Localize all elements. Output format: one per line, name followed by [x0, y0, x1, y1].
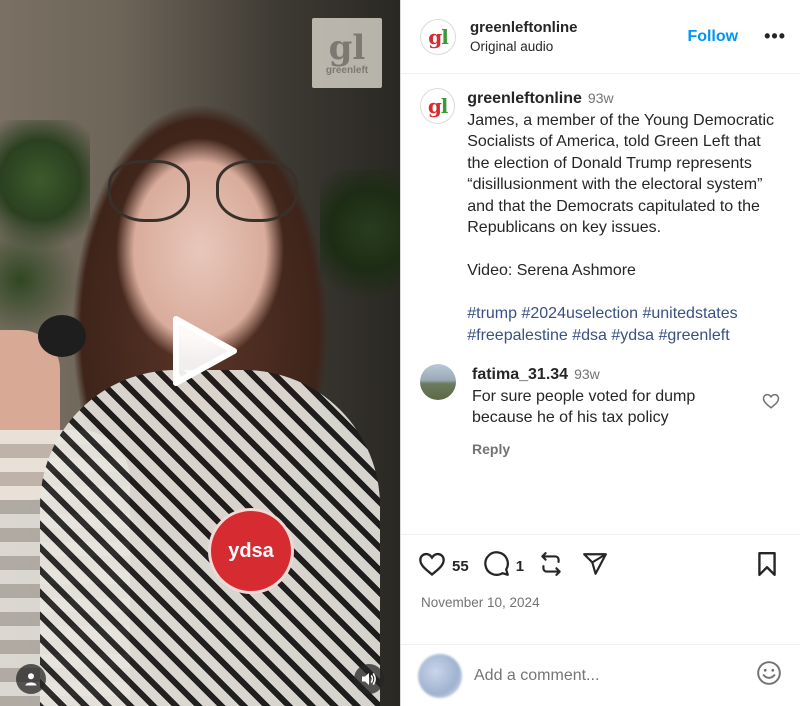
glasses	[108, 160, 298, 230]
current-user-avatar	[418, 653, 462, 698]
comment-icon	[483, 551, 509, 576]
background-plant	[320, 170, 400, 390]
heart-icon	[762, 393, 780, 409]
post-header: gl greenleftonline Original audio Follow…	[401, 0, 800, 74]
post-panel: gl greenleftonline Original audio Follow…	[400, 0, 800, 706]
repost-icon	[541, 551, 561, 576]
play-icon	[173, 316, 237, 386]
comment-input[interactable]	[474, 666, 756, 685]
caption-hashtags[interactable]: #trump #2024uselection #unitedstates #fr…	[467, 303, 780, 346]
watermark-logo: gl	[328, 27, 366, 68]
like-count[interactable]: 55	[452, 558, 469, 575]
speaker-icon	[362, 673, 376, 685]
play-button[interactable]	[168, 315, 240, 387]
avatar-letter-l: l	[441, 24, 449, 49]
comment-username[interactable]: fatima_31.34	[472, 366, 568, 383]
ydsa-badge: ydsa	[208, 508, 294, 594]
comment-button[interactable]	[483, 550, 510, 582]
header-username[interactable]: greenleftonline	[470, 19, 687, 36]
post-actions: 55 1 November 10, 2024	[401, 534, 800, 644]
post-view: ydsa gl greenleft g l greenleftonline Or…	[0, 0, 800, 706]
caption-credit: Video: Serena Ashmore	[467, 262, 636, 279]
action-bar: 55 1	[418, 549, 780, 583]
emoji-button[interactable]	[756, 660, 782, 691]
comment-text: For sure people voted for dump because h…	[472, 387, 696, 427]
tagged-users-button[interactable]	[16, 664, 46, 694]
comment-time[interactable]: 93w	[574, 366, 600, 382]
comment-item: fatima_31.34 93w For sure people voted fo…	[420, 364, 780, 460]
reply-button[interactable]: Reply	[472, 439, 510, 461]
caption: gl greenleftonline 93w James, a member of…	[420, 88, 780, 346]
share-button[interactable]	[582, 551, 608, 582]
comment-count[interactable]: 1	[516, 558, 524, 575]
microphone	[38, 315, 86, 357]
profile-avatar[interactable]: gl	[420, 18, 456, 55]
add-comment-bar	[401, 644, 800, 706]
like-button[interactable]	[418, 550, 446, 583]
emoji-icon	[757, 661, 781, 685]
caption-body: greenleftonline 93w James, a member of th…	[467, 88, 780, 346]
heart-icon	[419, 552, 445, 576]
header-meta: greenleftonline Original audio	[470, 19, 687, 54]
comment-body: fatima_31.34 93w For sure people voted fo…	[472, 364, 752, 460]
more-options-button[interactable]: •••	[764, 26, 786, 47]
comment-like-button[interactable]	[762, 392, 780, 415]
audio-label[interactable]: Original audio	[470, 39, 687, 54]
repost-button[interactable]	[538, 551, 564, 582]
watermark-text: greenleft	[325, 64, 369, 76]
user-icon	[25, 673, 37, 686]
avatar-letter-l: l	[440, 94, 449, 118]
follow-button[interactable]: Follow	[687, 28, 738, 46]
comments-section[interactable]: gl greenleftonline 93w James, a member of…	[401, 74, 800, 534]
caption-time[interactable]: 93w	[588, 90, 614, 106]
audio-toggle-button[interactable]	[354, 664, 384, 694]
avatar-letter-g: g	[428, 24, 442, 49]
caption-avatar[interactable]: gl	[420, 88, 456, 124]
video-player[interactable]: ydsa gl greenleft	[0, 0, 400, 706]
badge-text: ydsa	[228, 539, 274, 562]
bookmark-icon	[758, 551, 776, 576]
post-date[interactable]: November 10, 2024	[421, 595, 780, 610]
save-button[interactable]	[754, 551, 780, 582]
greenleft-watermark: gl greenleft	[312, 18, 382, 88]
caption-text: James, a member of the Young Democratic …	[467, 111, 775, 237]
avatar-letter-g: g	[427, 94, 442, 118]
send-icon	[583, 552, 607, 575]
caption-username[interactable]: greenleftonline	[467, 90, 582, 107]
commenter-avatar[interactable]	[420, 364, 456, 400]
